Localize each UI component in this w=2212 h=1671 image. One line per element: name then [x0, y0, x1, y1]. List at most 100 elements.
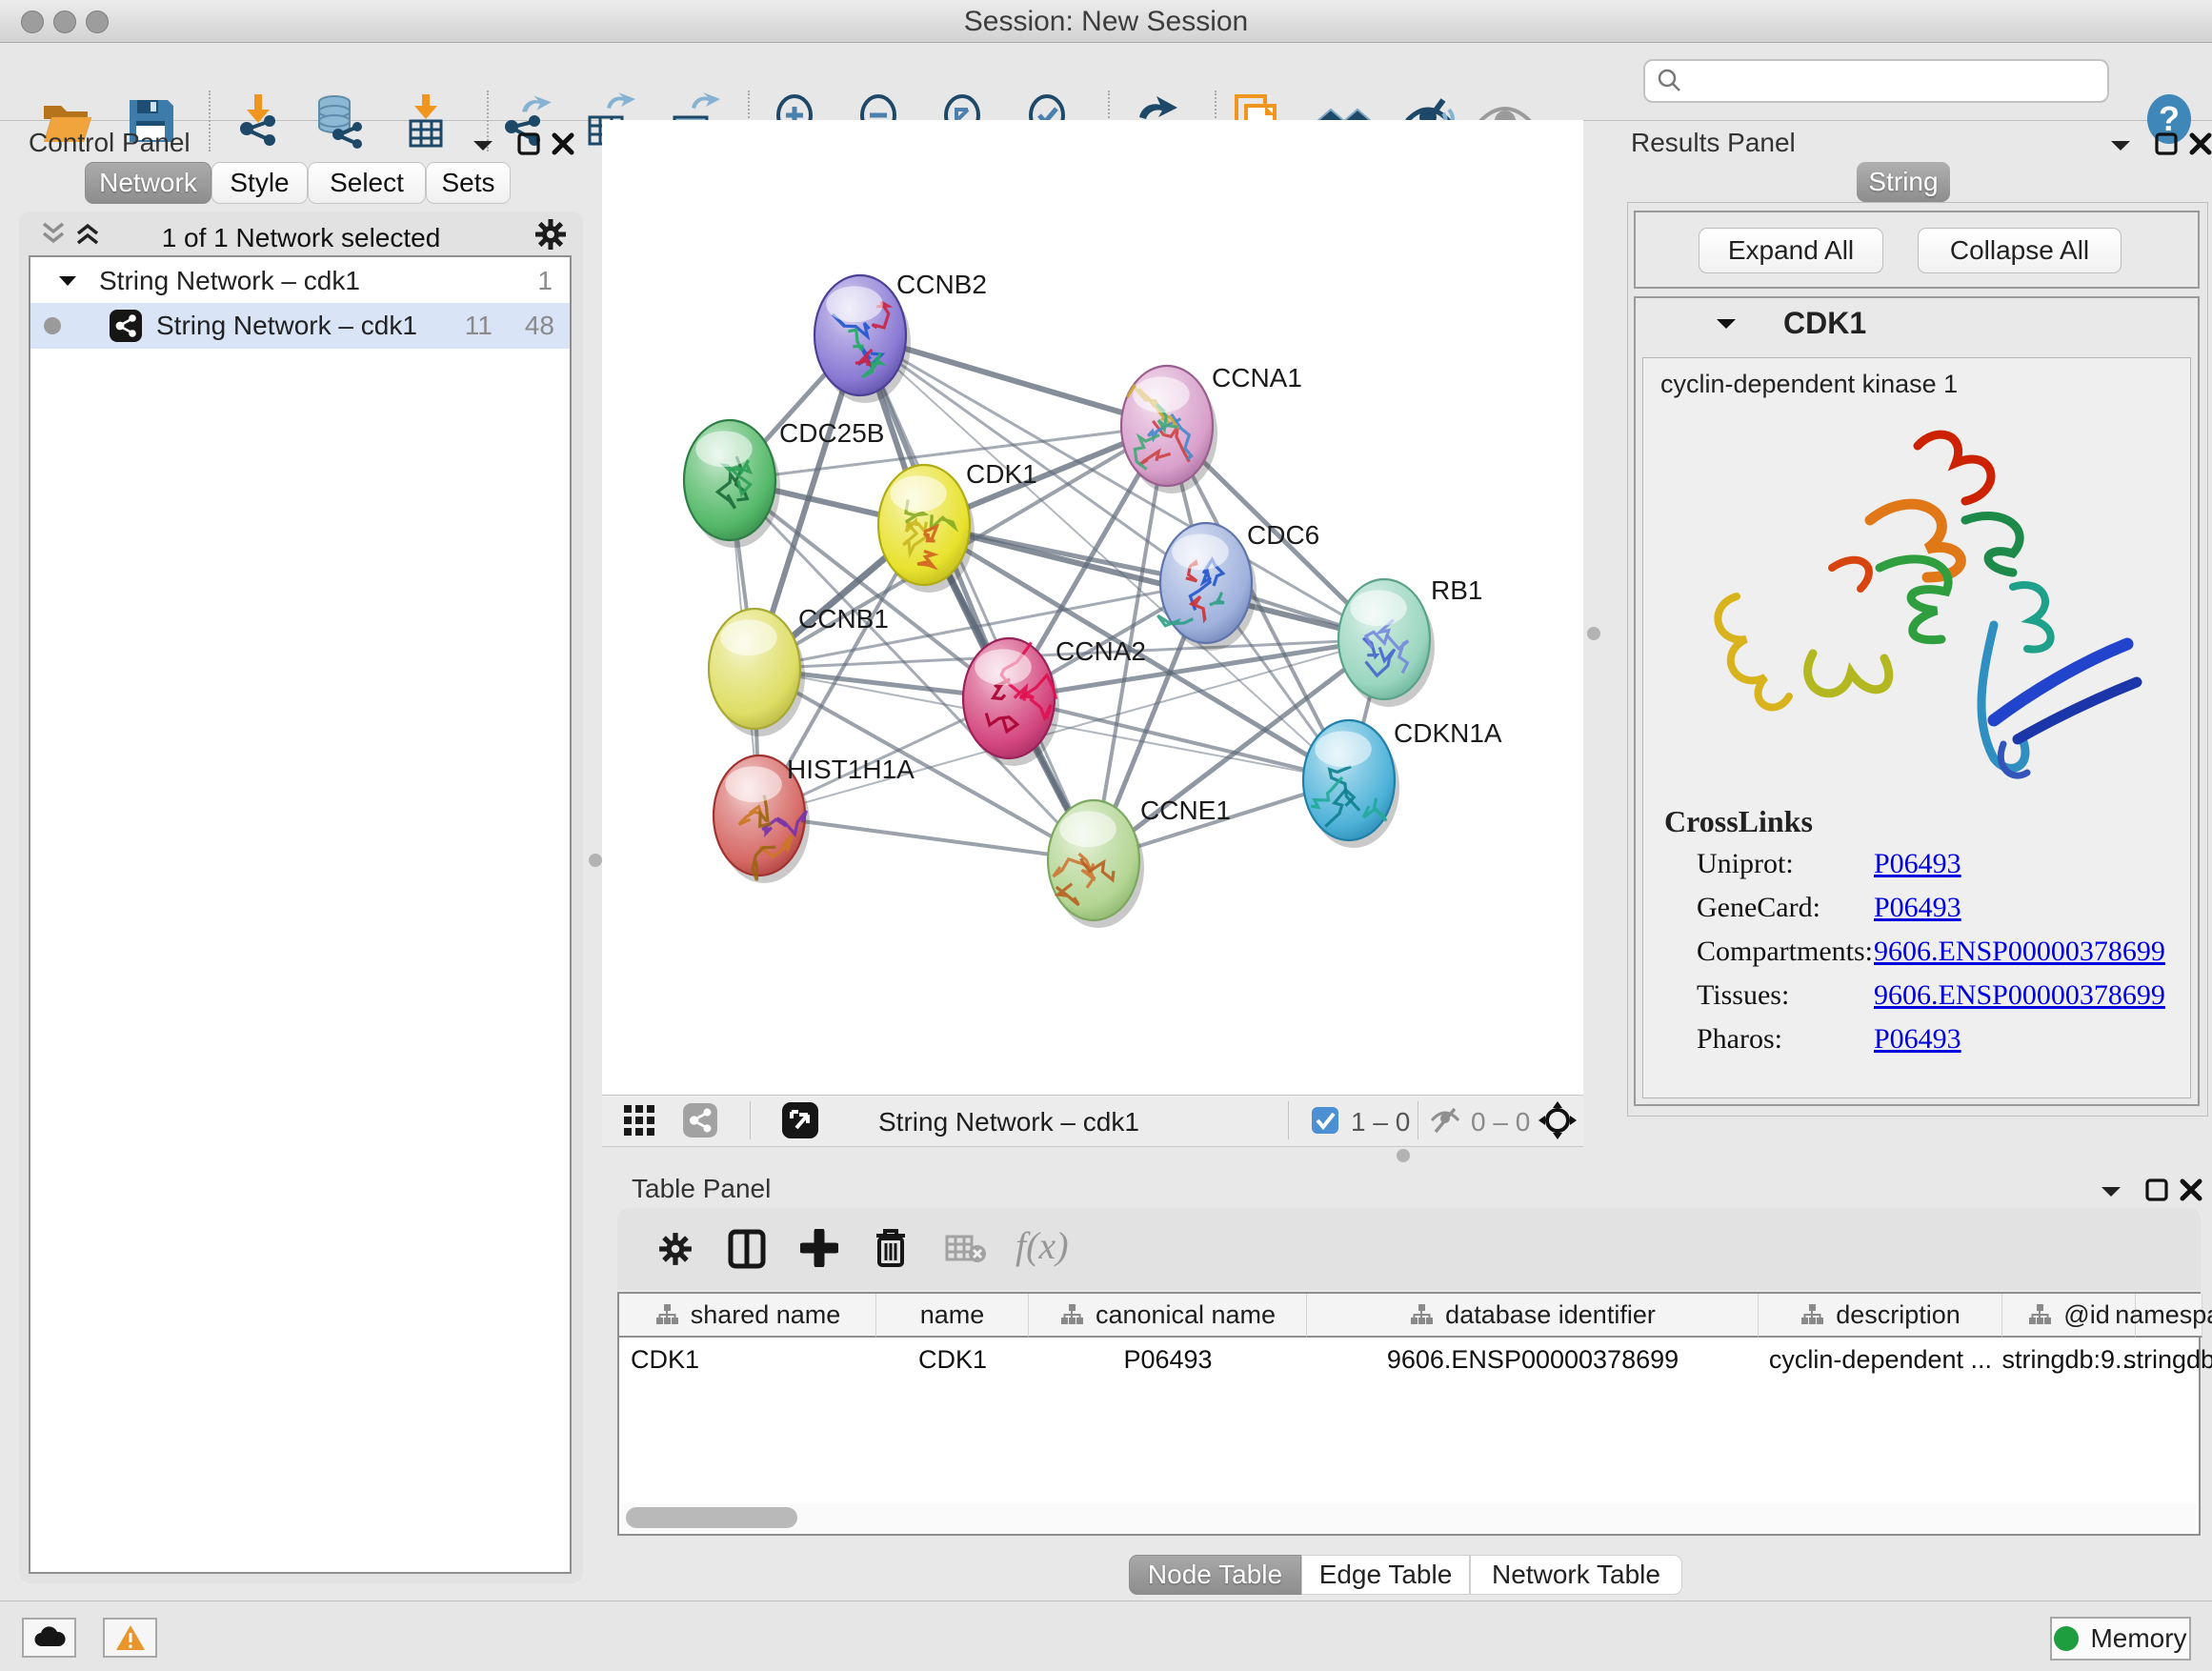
column-header-label: description: [1836, 1300, 1961, 1330]
main-toolbar: ?: [0, 43, 2212, 121]
add-column-plus-icon[interactable]: [800, 1229, 838, 1267]
table-cell[interactable]: P06493: [1029, 1339, 1307, 1379]
tab-node-table[interactable]: Node Table: [1129, 1555, 1301, 1595]
tab-string[interactable]: String: [1857, 162, 1950, 202]
results-panel-close-icon[interactable]: [2188, 131, 2212, 156]
control-panel-close-icon[interactable]: [551, 131, 575, 156]
hidden-eye-slash-icon[interactable]: [1429, 1106, 1461, 1135]
crosslink-label: Uniprot:: [1697, 848, 1874, 890]
table-cell[interactable]: stringdb: [2136, 1339, 2202, 1379]
expand-all-button[interactable]: Expand All: [1699, 228, 1883, 273]
crosslink-compartments-link[interactable]: 9606.ENSP00000378699: [1874, 936, 2165, 977]
show-columns-icon[interactable]: [728, 1229, 766, 1269]
window-title: Session: New Session: [0, 6, 2212, 38]
table-panel-collapse-icon[interactable]: [2099, 1183, 2123, 1200]
crosslink-row: Compartments: 9606.ENSP00000378699: [1697, 936, 2165, 977]
table-options-gear-icon[interactable]: [657, 1231, 694, 1267]
network-column-icon: [1059, 1302, 1084, 1327]
function-builder-icon[interactable]: f(x): [1016, 1223, 1069, 1268]
scrollbar-thumb[interactable]: [626, 1507, 797, 1528]
table-cell[interactable]: 9606.ENSP00000378699: [1307, 1339, 1759, 1379]
horizontal-splitter-handle[interactable]: [1397, 1149, 1410, 1162]
left-splitter-handle[interactable]: [589, 854, 602, 867]
collapse-all-button[interactable]: Collapse All: [1918, 228, 2122, 273]
grid-view-icon[interactable]: [623, 1104, 655, 1137]
string-style-icon[interactable]: [682, 1102, 718, 1138]
column-header-shared-name[interactable]: shared name: [619, 1294, 876, 1338]
cytoscape-window: Session: New Session: [0, 0, 2212, 1671]
crosslink-pharos-link[interactable]: P06493: [1874, 1023, 1961, 1065]
network-row-selected[interactable]: String Network – cdk1 11 48: [30, 303, 570, 349]
crosslink-tissues-link[interactable]: 9606.ENSP00000378699: [1874, 979, 2165, 1021]
table-cell[interactable]: CDK1: [619, 1339, 876, 1379]
warnings-button[interactable]: [103, 1618, 157, 1658]
results-panel-collapse-icon[interactable]: [2108, 137, 2133, 154]
birds-eye-view-icon[interactable]: [781, 1101, 819, 1139]
fit-selected-crosshair-icon[interactable]: [1538, 1100, 1578, 1140]
crosslink-label: Tissues:: [1697, 979, 1874, 1021]
delete-table-icon[interactable]: [945, 1235, 987, 1265]
table-panel-close-icon[interactable]: [2179, 1178, 2203, 1202]
table-toolbar: f(x): [617, 1208, 2201, 1290]
table-cell[interactable]: cyclin-dependent ...: [1759, 1339, 2002, 1379]
table-horizontal-scrollbar[interactable]: [621, 1503, 2197, 1532]
tab-select[interactable]: Select: [308, 162, 426, 204]
selected-checkbox-icon[interactable]: [1311, 1106, 1339, 1135]
column-header-database-identifier[interactable]: database identifier: [1307, 1294, 1759, 1338]
crosslink-row: Tissues: 9606.ENSP00000378699: [1697, 979, 2165, 1021]
control-panel-collapse-icon[interactable]: [471, 137, 495, 154]
memory-label: Memory: [2090, 1623, 2186, 1654]
collection-expand-icon[interactable]: [57, 273, 78, 289]
table-panel-title: Table Panel: [632, 1174, 771, 1204]
string-network-graph[interactable]: CCNB2CCNA1CDC25BCDK1CDC6RB1CCNB1CCNA2CDK…: [602, 120, 1583, 1095]
tab-edge-table[interactable]: Edge Table: [1301, 1555, 1470, 1595]
crosslink-row: Uniprot: P06493: [1697, 848, 1961, 890]
column-header-label: shared name: [691, 1300, 841, 1330]
node-label-CDKN1A: CDKN1A: [1394, 718, 1502, 748]
results-panel-float-icon[interactable]: [2154, 131, 2179, 156]
network-selection-summary: 1 of 1 Network selected: [19, 223, 583, 253]
tab-style[interactable]: Style: [211, 162, 308, 204]
delete-column-trash-icon[interactable]: [873, 1227, 909, 1269]
column-header-namespac[interactable]: namespac: [2136, 1294, 2202, 1338]
string-network-icon: [109, 309, 143, 343]
cloud-status-button[interactable]: [22, 1618, 76, 1658]
network-column-icon: [1800, 1302, 1824, 1327]
network-collection-row[interactable]: String Network – cdk1 1: [30, 259, 570, 303]
network-row-label: String Network – cdk1: [156, 311, 417, 341]
column-header-label: @id: [2063, 1300, 2109, 1330]
node-label-CCNA2: CCNA2: [1056, 636, 1146, 666]
string-results-container: Expand All Collapse All CDK1 cyclin-depe…: [1627, 202, 2208, 1117]
tab-network-table[interactable]: Network Table: [1470, 1555, 1682, 1595]
network-edge-count: 48: [525, 311, 554, 341]
column-header-name[interactable]: name: [876, 1294, 1029, 1338]
column-header-description[interactable]: description: [1759, 1294, 2002, 1338]
column-header-label: name: [920, 1300, 985, 1330]
column-header-label: namespac: [2115, 1300, 2212, 1330]
search-icon: [1657, 68, 1683, 94]
control-panel-float-icon[interactable]: [516, 131, 541, 156]
tab-network[interactable]: Network: [85, 162, 211, 204]
warning-icon: [114, 1623, 147, 1652]
crosslink-genecard-link[interactable]: P06493: [1874, 892, 1961, 934]
control-panel: Control Panel Network Style Select Sets …: [11, 124, 590, 1591]
bottom-bar-separator: [750, 1101, 751, 1139]
entry-collapse-icon[interactable]: [1714, 315, 1739, 332]
network-options-gear-icon[interactable]: [533, 217, 568, 252]
table-panel-float-icon[interactable]: [2144, 1178, 2169, 1202]
table-cell[interactable]: CDK1: [876, 1339, 1029, 1379]
crosslink-row: Pharos: P06493: [1697, 1023, 1961, 1065]
memory-button[interactable]: Memory: [2050, 1617, 2191, 1661]
table-cell[interactable]: stringdb:9...: [2002, 1339, 2136, 1379]
search-input[interactable]: [1683, 66, 2068, 97]
network-column-icon: [1409, 1302, 1434, 1327]
network-canvas[interactable]: CCNB2CCNA1CDC25BCDK1CDC6RB1CCNB1CCNA2CDK…: [602, 120, 1583, 1095]
tab-sets[interactable]: Sets: [426, 162, 511, 204]
node-table[interactable]: shared name name canonical namedatabase id…: [617, 1292, 2201, 1536]
column-header-canonical-name[interactable]: canonical name: [1029, 1294, 1307, 1338]
title-bar: Session: New Session: [0, 0, 2212, 43]
collection-label: String Network – cdk1: [99, 266, 360, 296]
gene-entry-panel: CDK1 cyclin-dependent kinase 1: [1634, 296, 2200, 1106]
crosslink-uniprot-link[interactable]: P06493: [1874, 848, 1961, 890]
hidden-node-edge-counts: 0 – 0: [1471, 1107, 1530, 1137]
